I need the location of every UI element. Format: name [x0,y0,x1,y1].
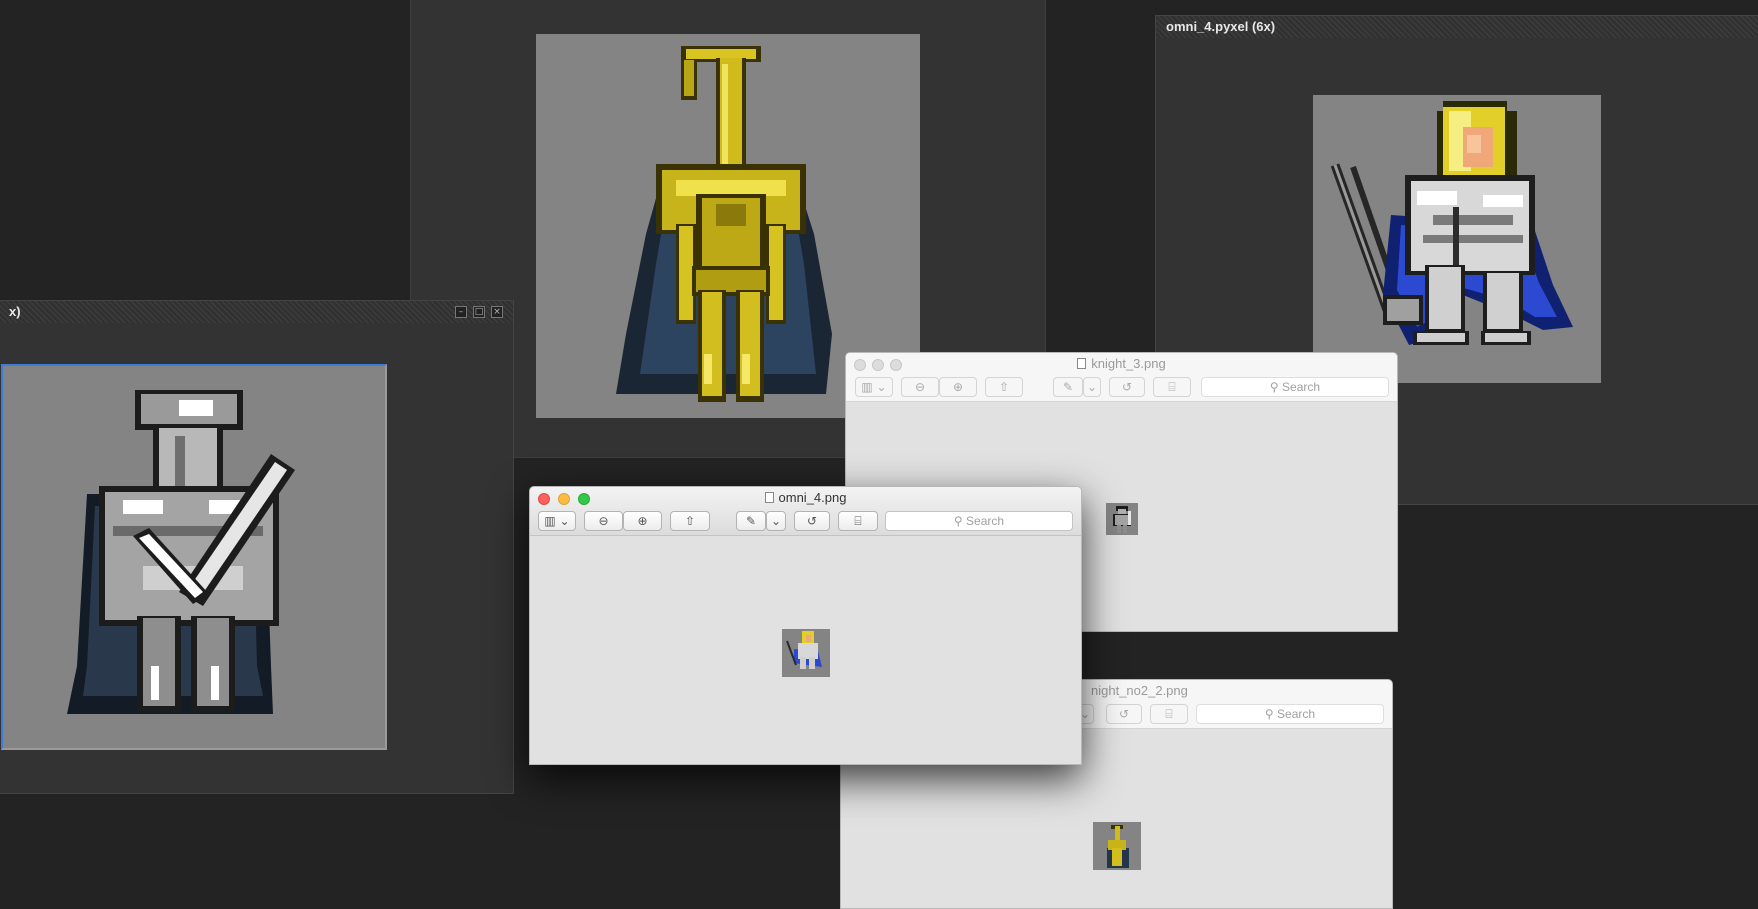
window-title: omni_4.pyxel (6x) [1156,16,1758,38]
toolbox-button[interactable]: ⌸ [1153,377,1191,397]
markup-menu-button[interactable]: ⌄ [766,511,786,531]
rotate-button[interactable]: ↺ [794,511,830,531]
canvas-omni4[interactable] [1313,95,1601,383]
document-icon [1077,358,1087,369]
search-field[interactable]: ⚲ Search [1196,704,1384,724]
zoom-in-button[interactable]: ⊕ [623,511,662,531]
search-icon: ⚲ [1269,380,1279,394]
image-thumbnail [1106,503,1138,535]
gold-knight-thumbnail [1107,825,1129,868]
search-icon: ⚲ [953,514,963,528]
pyxel-window-gray-knight[interactable]: x) – □ × [0,300,514,794]
white-knight-sprite [1330,101,1573,345]
share-button[interactable]: ⇧ [985,377,1023,397]
white-knight-thumbnail [786,631,822,669]
toolbar: knight_3.png ▥ ⌄ ⊖ ⊕ ⇧ ✎ ⌄ ↺ ⌸ ⚲ Search [846,353,1397,402]
maximize-button[interactable]: □ [473,306,485,318]
markup-button[interactable]: ✎ [736,511,766,531]
minimize-button[interactable]: – [455,306,467,318]
search-icon: ⚲ [1264,707,1274,721]
share-button[interactable]: ⇧ [670,511,710,531]
gray-knight-sprite [67,390,295,714]
close-button[interactable]: × [491,306,503,318]
toolbox-button[interactable]: ⌸ [1150,704,1188,724]
rotate-button[interactable]: ↺ [1109,377,1145,397]
markup-menu-button[interactable]: ⌄ [1083,377,1101,397]
image-thumbnail [1093,822,1141,870]
toolbar: omni_4.png ▥ ⌄ ⊖ ⊕ ⇧ ✎ ⌄ ↺ ⌸ ⚲ Search [530,487,1081,536]
window-title: knight_3.png [846,356,1397,371]
rotate-button[interactable]: ↺ [1106,704,1142,724]
zoom-out-button[interactable]: ⊖ [584,511,623,531]
window-title: omni_4.png [530,490,1081,505]
sidebar-toggle-button[interactable]: ▥ ⌄ [855,377,893,397]
document-icon [764,492,774,503]
zoom-out-button[interactable]: ⊖ [901,377,939,397]
search-field[interactable]: ⚲ Search [1201,377,1389,397]
image-thumbnail [782,629,830,677]
zoom-in-button[interactable]: ⊕ [939,377,977,397]
canvas-gray-knight[interactable] [1,364,387,750]
toolbox-button[interactable]: ⌸ [838,511,878,531]
markup-button[interactable]: ✎ [1053,377,1083,397]
preview-window-omni4[interactable]: omni_4.png ▥ ⌄ ⊖ ⊕ ⇧ ✎ ⌄ ↺ ⌸ ⚲ Search [529,486,1082,765]
gray-knight-thumbnail [1113,506,1131,533]
window-title: x) [0,301,513,323]
sidebar-toggle-button[interactable]: ▥ ⌄ [538,511,576,531]
search-field[interactable]: ⚲ Search [885,511,1073,531]
